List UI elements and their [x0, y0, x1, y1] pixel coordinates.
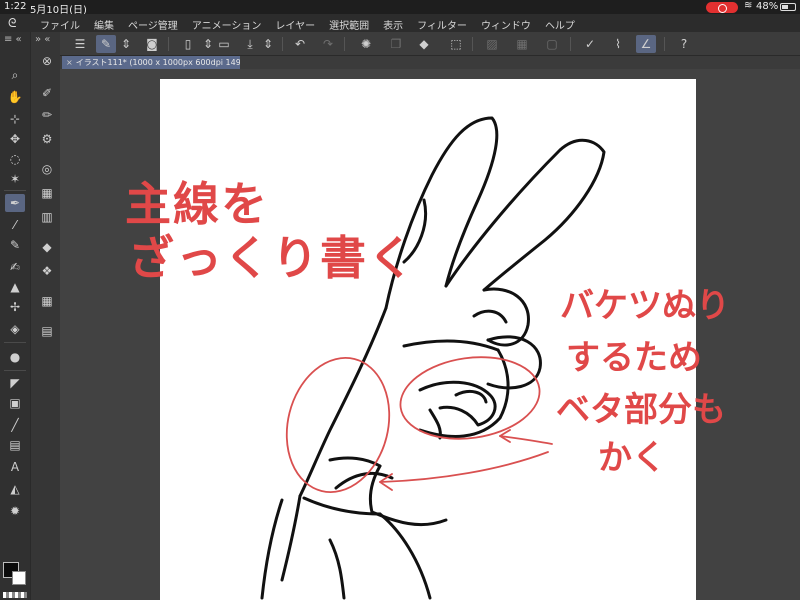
tool-divider — [4, 370, 26, 371]
move-icon[interactable]: ✥ — [5, 130, 25, 148]
magic-wand-icon[interactable]: ✶ — [5, 170, 25, 188]
material-icon[interactable]: ▤ — [37, 322, 57, 340]
balloon-icon[interactable]: ◭ — [5, 480, 25, 498]
new-file-icon[interactable]: ▯ — [178, 35, 198, 53]
toolbar-divider — [168, 37, 169, 51]
menu-view[interactable]: 表示 — [383, 17, 403, 32]
arrow-toggle-icon[interactable]: ⇕ — [202, 35, 214, 53]
battery-icon — [780, 3, 796, 11]
annotation-solid-area: ベタ部分も — [556, 390, 726, 430]
magnifier-icon[interactable]: ⌕ — [5, 66, 25, 84]
copy-icon[interactable]: ❐ — [386, 35, 406, 53]
command-bar: ☰ ✎ ⇕ ◙ ▯ ⇕ ▭ ⤓ ⇕ ↶ ↷ ✺ ❐ ◆ ⬚ ▨ ▦ ▢ ✓ ⌇ … — [60, 32, 800, 56]
palette-bar: » « ⊗ ✐ ✏ ⚙ ◎ ▦ ▥ ◆ ❖ ▦ ▤ — [30, 32, 60, 600]
brush-icon[interactable]: ✍ — [5, 258, 25, 276]
edit-mode-icon[interactable]: ✎ — [96, 35, 116, 53]
tool-property-icon[interactable]: ✐ — [37, 84, 57, 102]
menu-bar: ᘓ ファイル 編集 ページ管理 アニメーション レイヤー 選択範囲 表示 フィル… — [0, 14, 800, 32]
wifi-icon: ≋ — [744, 0, 753, 11]
document-tab[interactable]: ×イラスト111* (1000 x 1000px 600dpi 149.3%) — [62, 56, 240, 69]
toolbar-divider — [570, 37, 571, 51]
battery-percent: 48% — [756, 1, 779, 12]
menu-help[interactable]: ヘルプ — [545, 17, 575, 32]
status-time: 1:22 — [4, 1, 27, 12]
decoration-icon[interactable]: ✢ — [5, 298, 25, 316]
deselect-icon[interactable]: ▢ — [542, 35, 562, 53]
sub-color-swatch[interactable] — [12, 571, 26, 585]
hand-icon[interactable]: ✋ — [5, 88, 25, 106]
brush-size-icon[interactable]: ✏ — [37, 106, 57, 124]
annotation-bucket-fill: バケツぬり — [560, 286, 730, 326]
lasso-icon[interactable]: ◌ — [5, 150, 25, 168]
layer-icon[interactable]: ◆ — [37, 238, 57, 256]
blend-icon[interactable]: ● — [5, 348, 25, 366]
loading-icon[interactable]: ✺ — [356, 35, 376, 53]
status-bar: 1:22 5月10日(日) ≋ 48% — [0, 0, 800, 16]
help-icon[interactable]: ? — [674, 35, 694, 53]
toolbar-divider — [664, 37, 665, 51]
ruler-snap-icon[interactable]: ∠ — [636, 35, 656, 53]
tool-divider — [4, 190, 26, 191]
transform-icon[interactable]: ⬚ — [446, 35, 466, 53]
color-set-icon[interactable]: ▦ — [37, 184, 57, 202]
menu-list: ファイル 編集 ページ管理 アニメーション レイヤー 選択範囲 表示 フィルター… — [40, 17, 589, 32]
menu-animation[interactable]: アニメーション — [192, 17, 262, 32]
fill-bucket-icon[interactable]: ◆ — [414, 35, 434, 53]
layer-property-icon[interactable]: ❖ — [37, 262, 57, 280]
screen-record-icon[interactable] — [706, 2, 738, 13]
toolbar-divider — [344, 37, 345, 51]
toolbar-divider — [282, 37, 283, 51]
color-history-icon[interactable]: ▥ — [37, 208, 57, 226]
mode-toggle-icon[interactable]: ⇕ — [120, 35, 132, 53]
toolbar-divider — [472, 37, 473, 51]
navigator-icon[interactable]: ▦ — [37, 292, 57, 310]
sub-tool-icon[interactable]: ⊗ — [37, 52, 57, 70]
menu-layer[interactable]: レイヤー — [275, 17, 315, 32]
eraser-icon[interactable]: ◈ — [5, 320, 25, 338]
annotation-draw: かく — [598, 438, 666, 478]
collapse-arrow-icon[interactable]: » « — [35, 34, 50, 45]
redo-icon[interactable]: ↷ — [318, 35, 338, 53]
collapse-arrow-icon[interactable]: ≡ « — [4, 34, 22, 45]
stroke-correction-icon[interactable]: ✓ — [580, 35, 600, 53]
menu-filter[interactable]: フィルター — [417, 17, 467, 32]
airbrush-icon[interactable]: ▲ — [5, 278, 25, 296]
annotation-in-order-to: するため — [566, 338, 702, 378]
operation-icon[interactable]: ⊹ — [5, 110, 25, 128]
sync-icon[interactable]: ◙ — [142, 35, 162, 53]
transparent-color-swatch[interactable] — [3, 592, 27, 598]
menu-edit[interactable]: 編集 — [94, 17, 114, 32]
app-window: 1:22 5月10日(日) ≋ 48% ᘓ ファイル 編集 ページ管理 アニメー… — [0, 0, 800, 600]
tool-palette: ≡ « ⌕ ✋ ⊹ ✥ ◌ ✶ ✒ ⁄ ✎ ✍ ▲ ✢ ◈ ● ◤ ▣ ╱ ▤ … — [0, 32, 30, 600]
menu-selection[interactable]: 選択範囲 — [329, 17, 369, 32]
figure-icon[interactable]: ╱ — [5, 416, 25, 434]
pen-icon[interactable]: ✒ — [5, 194, 25, 212]
eyedropper-icon[interactable]: ⁄ — [5, 216, 25, 234]
menu-file[interactable]: ファイル — [40, 17, 80, 32]
save-toggle-icon[interactable]: ⇕ — [262, 35, 274, 53]
undo-icon[interactable]: ↶ — [290, 35, 310, 53]
tool-divider — [4, 342, 26, 343]
menu-page[interactable]: ページ管理 — [128, 17, 178, 32]
color-circle-icon[interactable]: ◎ — [37, 160, 57, 178]
close-tab-icon[interactable]: × — [66, 58, 73, 67]
save-icon[interactable]: ⤓ — [240, 35, 260, 53]
app-logo-icon[interactable]: ᘓ — [8, 16, 16, 31]
correction-icon[interactable]: ✹ — [5, 502, 25, 520]
fill-selection-icon[interactable]: ▦ — [512, 35, 532, 53]
gradient-icon[interactable]: ▣ — [5, 394, 25, 412]
text-icon[interactable]: A — [5, 458, 25, 476]
brush-option-icon[interactable]: ⌇ — [608, 35, 628, 53]
ruler-icon[interactable]: ▤ — [5, 436, 25, 454]
open-folder-icon[interactable]: ▭ — [214, 35, 234, 53]
pencil-icon[interactable]: ✎ — [5, 236, 25, 254]
clear-icon[interactable]: ▨ — [482, 35, 502, 53]
tool-settings-icon[interactable]: ⚙ — [37, 130, 57, 148]
annotation-rough-draw: ざっくり書く — [128, 231, 416, 285]
fill-icon[interactable]: ◤ — [5, 374, 25, 392]
menu-window[interactable]: ウィンドウ — [481, 17, 531, 32]
hamburger-menu-icon[interactable]: ☰ — [70, 35, 90, 53]
document-tab-label: イラスト111* (1000 x 1000px 600dpi 149.3%) — [75, 58, 240, 67]
